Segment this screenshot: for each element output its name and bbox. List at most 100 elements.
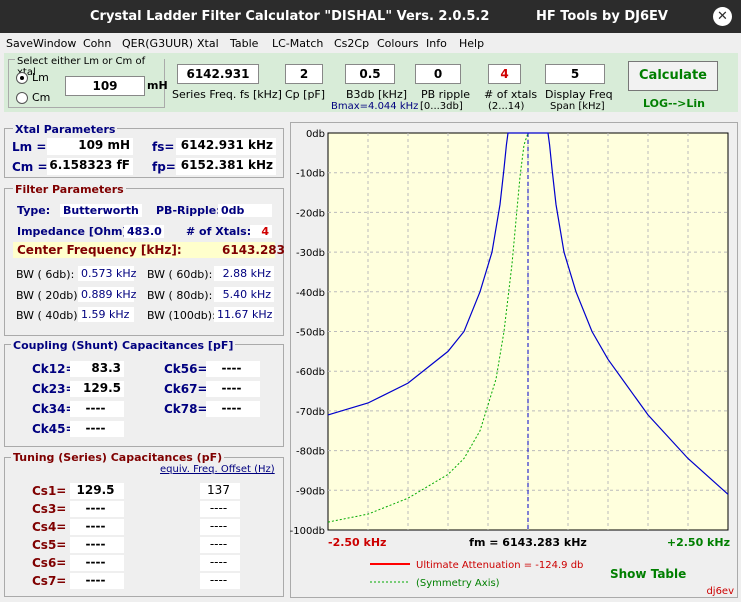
cs1-value: 129.5 <box>70 483 124 499</box>
xtal-lm-value: 109 mH <box>47 138 133 155</box>
cs6-label: Cs6= <box>32 556 67 570</box>
cs5-label: Cs5= <box>32 538 67 552</box>
ck56-value: ---- <box>206 361 260 377</box>
cs4-label: Cs4= <box>32 520 67 534</box>
xtal-fs-value: 6142.931 kHz <box>176 138 276 155</box>
watermark: dj6ev <box>706 586 734 597</box>
b3db-input[interactable]: 0.5 <box>345 64 395 84</box>
ck23-value: 129.5 <box>70 381 124 397</box>
ck45-value: ---- <box>70 421 124 437</box>
y-tick-label: -90db <box>296 486 325 497</box>
window-brand: HF Tools by DJ6EV <box>536 9 668 24</box>
bw-100db-label: BW (100db): <box>147 309 216 322</box>
menu-xtal[interactable]: Xtal <box>197 37 219 50</box>
bw-6db-label: BW ( 6db): <box>16 268 75 281</box>
menu-lc-match[interactable]: LC-Match <box>272 37 323 50</box>
menu-table[interactable]: Table <box>230 37 258 50</box>
menu-info[interactable]: Info <box>426 37 447 50</box>
lm-radio-label: Lm <box>32 71 49 84</box>
close-icon[interactable]: ✕ <box>713 7 732 26</box>
menu-colours[interactable]: Colours <box>377 37 418 50</box>
cs6-value: ---- <box>70 555 124 571</box>
xtal-cm-label: Cm = <box>12 160 48 174</box>
attenuation-chart: 0db -10db -20db -30db -40db -50db -60db -70db -8… <box>290 129 734 597</box>
ck78-label: Ck78= <box>164 402 208 416</box>
x-center-label: fm = 6143.283 kHz <box>469 536 587 549</box>
ck12-value: 83.3 <box>70 361 124 377</box>
xtals-range: (2...14) <box>488 101 525 112</box>
x-left-label: -2.50 kHz <box>328 536 386 549</box>
fs-label: Series Freq. fs [kHz] <box>172 88 282 101</box>
fs-input[interactable]: 6142.931 <box>177 64 259 84</box>
bw-40db-value: 1.59 kHz <box>78 307 134 322</box>
tuning-title: Tuning (Series) Capacitances (pF) <box>11 451 225 464</box>
legend-attenuation: Ultimate Attenuation = -124.9 db <box>416 560 583 571</box>
coupling-title: Coupling (Shunt) Capacitances [pF] <box>11 339 236 352</box>
xtals-input[interactable]: 4 <box>488 64 521 84</box>
xtal-fs-label: fs= <box>152 140 175 154</box>
ck67-value: ---- <box>206 381 260 397</box>
bmax-label: Bmax=4.044 kHz <box>331 101 419 112</box>
xtals-label: # of xtals <box>484 88 538 101</box>
b3db-label: B3db [kHz] <box>346 88 408 101</box>
cp-input[interactable]: 2 <box>285 64 323 84</box>
xtal-fp-label: fp= <box>152 160 176 174</box>
filter-nx-label: # of Xtals: <box>186 225 252 238</box>
ripple-label: PB ripple <box>421 88 471 101</box>
cs7-offset: ---- <box>200 573 240 589</box>
ck23-label: Ck23= <box>32 382 76 396</box>
cm-radio-label: Cm <box>32 91 51 104</box>
ck34-value: ---- <box>70 401 124 417</box>
bw-6db-value: 0.573 kHz <box>78 266 136 281</box>
y-tick-label: -30db <box>296 248 325 259</box>
ck34-label: Ck34= <box>32 402 76 416</box>
span-input[interactable]: 5 <box>545 64 605 84</box>
filter-imp-value: 483.0 <box>124 225 164 238</box>
show-table-link[interactable]: Show Table <box>610 567 686 581</box>
menu-cs2cp[interactable]: Cs2Cp <box>334 37 369 50</box>
title-bar: Crystal Ladder Filter Calculator "DISHAL… <box>0 0 741 33</box>
cm-radio[interactable] <box>16 92 28 104</box>
lmcm-value-input[interactable]: 109 <box>65 76 145 96</box>
cs7-label: Cs7= <box>32 574 67 588</box>
calculate-button[interactable]: Calculate <box>628 61 718 91</box>
bw-20db-value: 0.889 kHz <box>78 287 136 302</box>
cp-label: Cp [pF] <box>285 88 326 101</box>
lmcm-panel: Select either Lm or Cm of xtal Lm Cm 109… <box>8 56 168 108</box>
log-lin-toggle[interactable]: LOG-->Lin <box>643 97 705 110</box>
filter-params-title: Filter Parameters <box>13 183 126 196</box>
bw-40db-label: BW ( 40db): <box>16 309 82 322</box>
x-right-label: +2.50 kHz <box>667 536 730 549</box>
menu-savewindow[interactable]: SaveWindow <box>6 37 76 50</box>
cs5-value: ---- <box>70 537 124 553</box>
ck56-label: Ck56= <box>164 362 208 376</box>
cs3-offset: ---- <box>200 501 240 517</box>
menu-bar: SaveWindow Cohn QER(G3UUR) Xtal Table LC… <box>0 33 741 53</box>
ck78-value: ---- <box>206 401 260 417</box>
menu-cohn[interactable]: Cohn <box>83 37 111 50</box>
y-tick-label: -50db <box>296 328 325 339</box>
window-title: Crystal Ladder Filter Calculator "DISHAL… <box>90 9 490 24</box>
cs1-offset: 137 <box>200 483 240 499</box>
y-tick-label: -80db <box>296 447 325 458</box>
xtal-cm-value: 6.158323 fF <box>47 158 133 175</box>
ripple-input[interactable]: 0 <box>415 64 461 84</box>
offset-link[interactable]: equiv. Freq. Offset (Hz) <box>160 464 275 475</box>
lmcm-unit: mH <box>147 79 168 92</box>
legend-symmetry: (Symmetry Axis) <box>416 578 500 589</box>
ck12-label: Ck12= <box>32 362 76 376</box>
cs1-label: Cs1= <box>32 484 67 498</box>
filter-type-label: Type: <box>17 204 51 217</box>
xtal-params-title: Xtal Parameters <box>13 123 118 136</box>
bw-20db-label: BW ( 20db): <box>16 289 82 302</box>
filter-type-value: Butterworth <box>60 204 142 217</box>
menu-qer[interactable]: QER(G3UUR) <box>122 37 193 50</box>
span-sub: Span [kHz] <box>550 101 605 112</box>
menu-help[interactable]: Help <box>459 37 484 50</box>
filter-pb-value: 0db <box>218 204 272 217</box>
ck67-label: Ck67= <box>164 382 208 396</box>
cs4-value: ---- <box>70 519 124 535</box>
lm-radio[interactable] <box>16 72 28 84</box>
bw-80db-label: BW ( 80db): <box>147 289 213 302</box>
y-tick-label: -10db <box>296 169 325 180</box>
